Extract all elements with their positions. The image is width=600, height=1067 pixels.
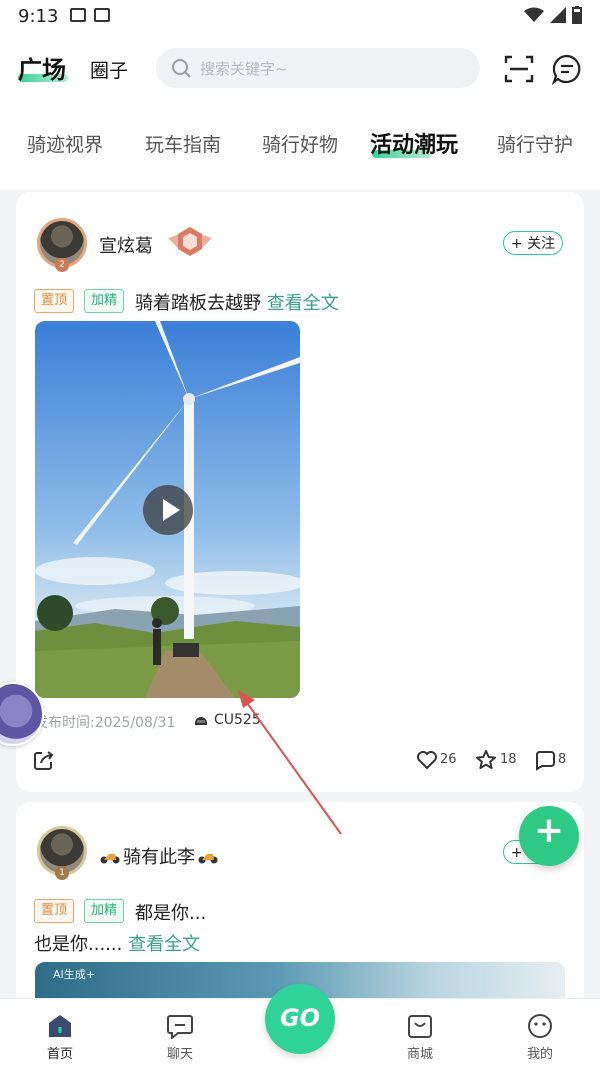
tab-plaza[interactable]: 广场 (18, 50, 66, 85)
home-icon (49, 1015, 71, 1037)
chat-icon (167, 1015, 193, 1039)
avatar-level-badge: 2 (55, 258, 69, 272)
featured-tag: 加精 (84, 899, 125, 923)
status-time: 9:13 (18, 6, 59, 27)
post-title[interactable]: 都是你... (135, 899, 206, 925)
favorite-icon[interactable] (475, 749, 497, 771)
pinned-tag: 置顶 (34, 289, 75, 313)
nav-home-label: 首页 (46, 1047, 73, 1062)
battery-icon (572, 6, 582, 24)
status-bar: 9:13 (0, 0, 600, 34)
nav-profile-label: 我的 (526, 1047, 553, 1062)
nav-chat-label: 聊天 (166, 1047, 193, 1062)
ai-generated-label: AI生成+ (53, 968, 95, 981)
like-icon[interactable] (416, 750, 438, 770)
create-post-button[interactable]: + (519, 806, 579, 866)
category-ride-protection[interactable]: 骑行守护 (497, 130, 573, 157)
category-ride-goods[interactable]: 骑行好物 (262, 130, 338, 157)
post-title[interactable]: 骑着踏板去越野 查看全文 (135, 289, 339, 315)
play-button[interactable] (143, 485, 193, 535)
signal-icon (550, 7, 566, 23)
header: 广场 圈子 搜索关键字~ 骑迹视界 玩车指南 骑行好物 活动潮玩 骑行守护 (0, 34, 600, 190)
nav-store[interactable]: 商城 (390, 1013, 450, 1062)
scan-icon[interactable] (502, 52, 536, 86)
read-more-link[interactable]: 查看全文 (128, 934, 200, 955)
read-more-link[interactable]: 查看全文 (267, 293, 339, 314)
play-icon (163, 499, 180, 521)
search-input[interactable]: 搜索关键字~ (156, 48, 480, 88)
wifi-icon (524, 7, 544, 22)
publish-time: 发布时间:2025/08/31 (34, 715, 176, 731)
like-count: 26 (440, 752, 457, 767)
vehicle-model[interactable]: CU525 (214, 712, 261, 728)
tab-circle[interactable]: 圈子 (90, 56, 128, 83)
search-placeholder: 搜索关键字~ (200, 60, 288, 78)
helmet-icon (195, 717, 207, 725)
status-notification-icons (70, 8, 110, 22)
nav-home[interactable]: 首页 (30, 1013, 90, 1062)
go-button[interactable]: GO (265, 984, 335, 1054)
nav-profile[interactable]: 我的 (510, 1013, 570, 1062)
text-notification-icon (94, 8, 110, 22)
follow-button[interactable]: + 关注 (503, 231, 563, 255)
comment-icon[interactable] (534, 749, 556, 771)
featured-tag: 加精 (84, 289, 125, 313)
favorite-count: 18 (500, 752, 517, 767)
post-username[interactable]: 宣炫葛 (99, 232, 153, 258)
search-icon (172, 59, 191, 78)
category-activities[interactable]: 活动潮玩 (370, 127, 458, 159)
nav-store-label: 商城 (406, 1047, 433, 1062)
nav-chat[interactable]: 聊天 (150, 1013, 210, 1062)
status-system-icons (524, 6, 582, 24)
share-icon[interactable] (33, 749, 55, 771)
post-title-text: 骑着踏板去越野 (135, 293, 261, 314)
category-ride-vision[interactable]: 骑迹视界 (27, 130, 103, 157)
motorcycle-emoji-icon (198, 854, 218, 864)
post-username[interactable]: 骑有此李 (123, 843, 195, 869)
post-excerpt[interactable]: 也是你...... 查看全文 (34, 930, 200, 956)
motorcycle-emoji-icon (100, 854, 120, 864)
message-icon[interactable] (550, 52, 584, 86)
go-button-label: GO (279, 1004, 321, 1032)
avatar-level-badge: 1 (55, 866, 69, 880)
store-icon (408, 1015, 432, 1038)
profile-icon (528, 1014, 552, 1038)
image-notification-icon (70, 8, 86, 22)
comment-count: 8 (558, 752, 567, 767)
create-post-plus: + (533, 810, 565, 851)
category-car-guide[interactable]: 玩车指南 (145, 130, 221, 157)
pinned-tag: 置顶 (34, 899, 75, 923)
post-excerpt-text: 也是你...... (34, 934, 123, 955)
medal-icon (168, 227, 212, 256)
post-video[interactable] (35, 321, 300, 698)
